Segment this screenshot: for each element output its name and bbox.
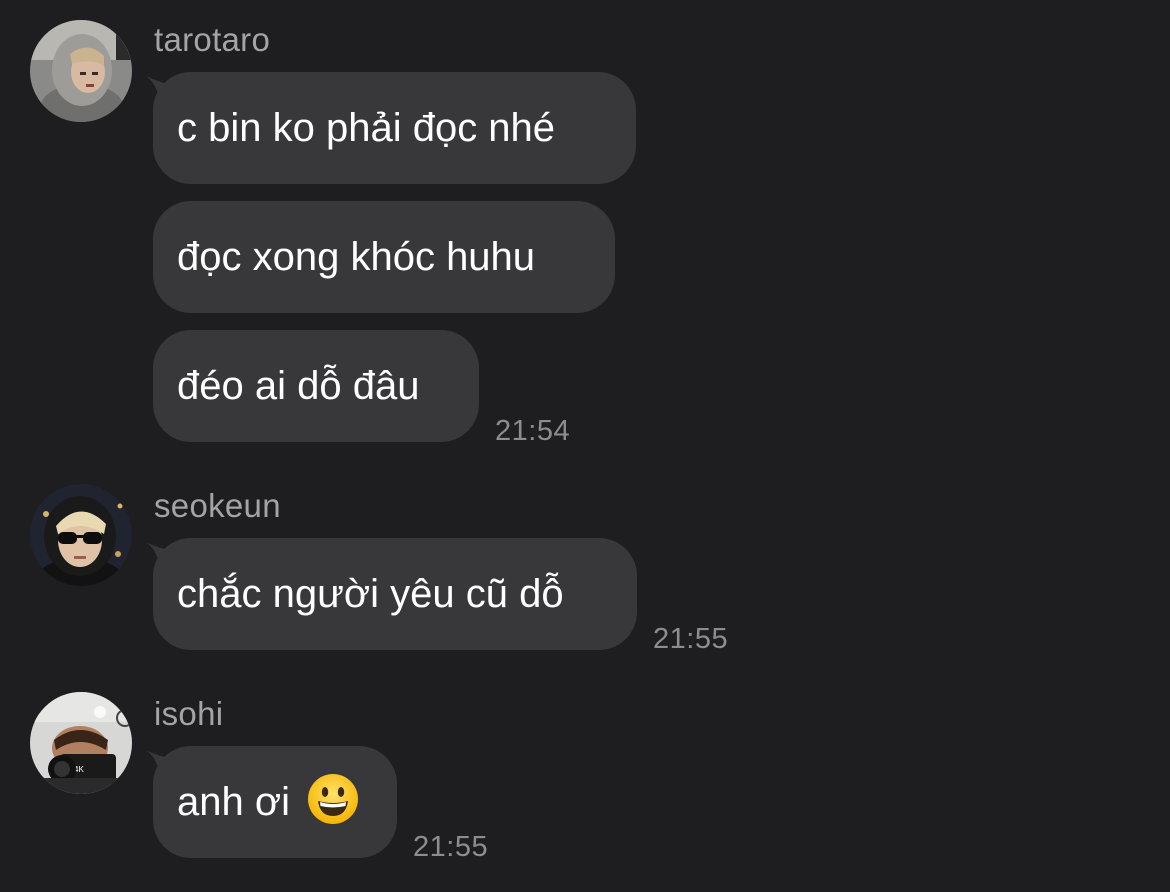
avatar-tarotaro[interactable] — [30, 20, 132, 122]
avatar-seokeun[interactable] — [30, 484, 132, 586]
sender-name: isohi — [154, 695, 224, 732]
message-bubble[interactable]: đéo ai dỗ đâu — [153, 330, 479, 442]
message-bubble[interactable]: c bin ko phải đọc nhé — [153, 72, 636, 184]
message-text: anh ơi — [177, 780, 290, 824]
timestamp: 21:55 — [413, 831, 489, 863]
sender-name: tarotaro — [154, 21, 271, 58]
timestamp: 21:54 — [495, 415, 571, 447]
timestamp: 21:55 — [653, 623, 729, 655]
message-text: c bin ko phải đọc nhé — [177, 106, 556, 150]
sender-name: seokeun — [154, 487, 281, 524]
message-text: đọc xong khóc huhu — [177, 235, 536, 279]
message-bubble[interactable]: anh ơi — [153, 746, 397, 858]
avatar-isohi[interactable]: 4K — [30, 692, 132, 794]
message-text: đéo ai dỗ đâu — [177, 364, 420, 408]
grinning-face-emoji — [308, 774, 359, 824]
message-text: chắc người yêu cũ dỗ — [177, 572, 564, 616]
message-bubble[interactable]: chắc người yêu cũ dỗ — [153, 538, 637, 650]
message-bubble[interactable]: đọc xong khóc huhu — [153, 201, 615, 313]
chat-thread: tarotaro c bin ko phải đọc nhé đọc xong … — [0, 0, 1170, 892]
